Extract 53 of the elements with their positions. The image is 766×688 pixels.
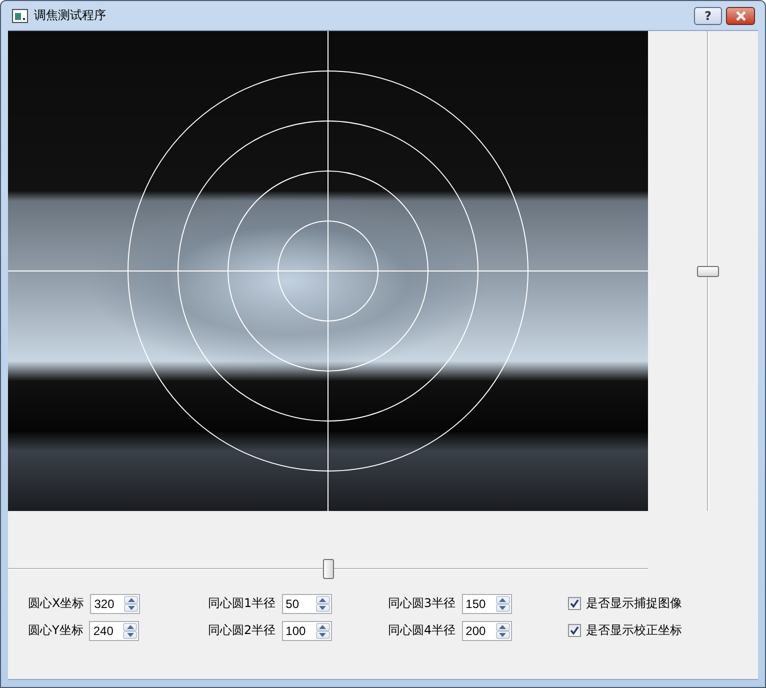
up-arrow-icon <box>128 598 135 602</box>
close-icon <box>734 10 746 20</box>
number-input[interactable]: 100 <box>282 622 315 640</box>
checkbox-label[interactable]: 是否显示捕捉图像 <box>586 595 682 612</box>
number-input[interactable]: 240 <box>90 622 122 640</box>
down-arrow-icon <box>319 632 326 636</box>
spin-up-button[interactable] <box>316 622 330 630</box>
number-input[interactable]: 200 <box>462 622 495 640</box>
number-input[interactable]: 50 <box>282 594 315 612</box>
spin-box[interactable]: 100 <box>282 620 332 640</box>
spin-down-button[interactable] <box>123 630 138 638</box>
field-label: 圆心X坐标 <box>28 595 84 612</box>
help-button[interactable]: ? <box>694 6 722 24</box>
spin-down-button[interactable] <box>496 604 510 612</box>
field-label: 同心圆4半径 <box>388 622 456 639</box>
spin-box[interactable]: 200 <box>462 620 512 640</box>
down-arrow-icon <box>499 632 506 636</box>
up-arrow-icon <box>319 598 326 602</box>
down-arrow-icon <box>126 632 134 636</box>
field-label: 圆心Y坐标 <box>28 622 84 639</box>
checkbox[interactable] <box>568 597 581 610</box>
up-arrow-icon <box>126 624 134 628</box>
up-arrow-icon <box>319 624 326 628</box>
field-label: 同心圆2半径 <box>208 622 276 639</box>
down-arrow-icon <box>499 606 506 610</box>
number-input[interactable]: 150 <box>462 594 495 612</box>
spin-up-button[interactable] <box>316 596 330 604</box>
checkbox-label[interactable]: 是否显示校正坐标 <box>586 622 682 639</box>
field-label: 同心圆1半径 <box>208 595 276 612</box>
slider-handle[interactable] <box>697 266 719 277</box>
up-arrow-icon <box>499 598 506 602</box>
field-label: 同心圆3半径 <box>388 595 456 612</box>
spin-down-button[interactable] <box>496 630 510 638</box>
slider-handle[interactable] <box>323 559 334 579</box>
spin-up-button[interactable] <box>123 622 138 630</box>
spin-box[interactable]: 50 <box>282 594 332 614</box>
spin-down-button[interactable] <box>316 604 330 612</box>
number-input[interactable]: 320 <box>91 594 124 612</box>
spin-down-button[interactable] <box>124 604 138 612</box>
spin-box[interactable]: 150 <box>462 594 512 614</box>
checkbox[interactable] <box>568 624 581 637</box>
down-arrow-icon <box>128 606 135 610</box>
window-title: 调焦测试程序 <box>34 7 106 24</box>
up-arrow-icon <box>499 624 506 628</box>
app-icon <box>12 8 28 22</box>
spin-up-button[interactable] <box>496 596 510 604</box>
close-button[interactable] <box>726 6 755 24</box>
spin-box[interactable]: 240 <box>89 620 140 640</box>
down-arrow-icon <box>319 606 326 610</box>
spin-up-button[interactable] <box>124 596 138 604</box>
spin-down-button[interactable] <box>316 630 330 638</box>
spin-box[interactable]: 320 <box>90 594 140 614</box>
spin-up-button[interactable] <box>496 622 510 630</box>
